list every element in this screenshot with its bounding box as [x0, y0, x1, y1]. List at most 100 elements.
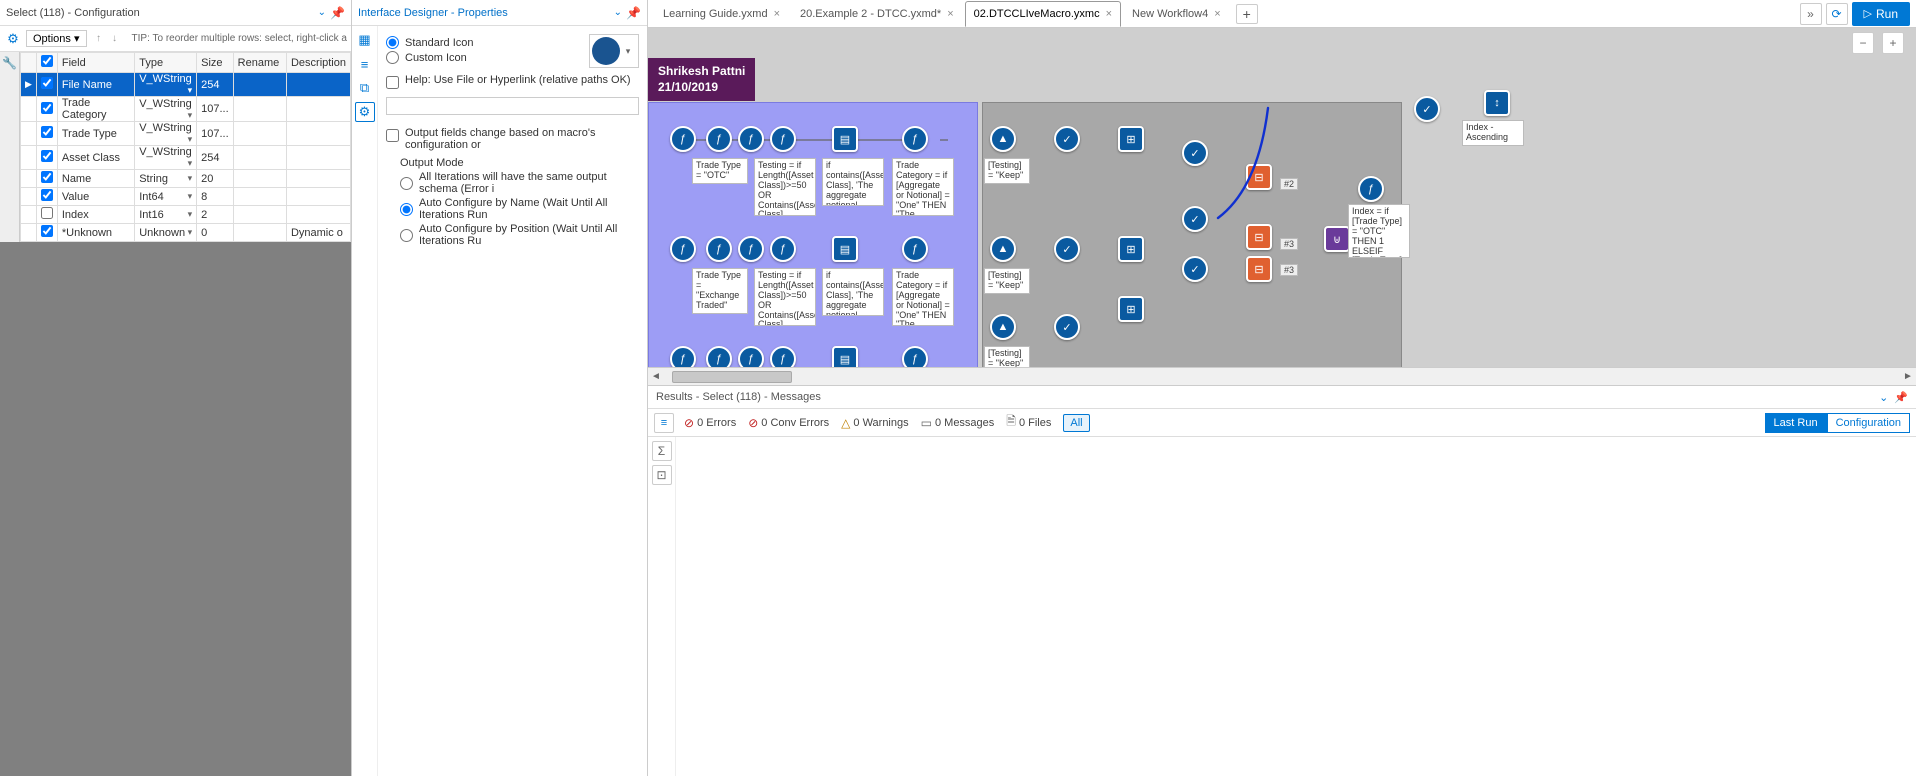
tool-formula[interactable]: ƒ — [770, 346, 796, 367]
row-checkbox[interactable] — [41, 102, 53, 114]
custom-icon-radio[interactable] — [386, 51, 399, 64]
close-icon[interactable]: × — [1214, 8, 1220, 20]
output-mode-opt3[interactable] — [400, 229, 413, 242]
size-cell[interactable]: 0 — [197, 224, 234, 242]
rename-cell[interactable] — [233, 170, 286, 188]
row-check-cell[interactable] — [36, 170, 57, 188]
files-count[interactable]: 🗎0 Files — [1006, 412, 1051, 433]
table-row[interactable]: Trade TypeV_WString▾107... — [20, 122, 350, 146]
row-checkbox[interactable] — [41, 189, 53, 201]
errors-count[interactable]: ⊘0 Errors — [684, 416, 736, 430]
dropdown-icon[interactable]: ▾ — [188, 110, 193, 121]
pin-icon[interactable]: 📌 — [626, 6, 641, 20]
rename-cell[interactable] — [233, 97, 286, 122]
col-field[interactable]: Field — [57, 53, 134, 73]
tool-transpose[interactable]: ⊞ — [1118, 296, 1144, 322]
collapse-chevron-icon[interactable]: ⌄ — [1879, 391, 1888, 404]
tool-formula[interactable]: ƒ — [670, 236, 696, 262]
type-cell[interactable]: V_WString▾ — [135, 73, 197, 97]
conv-errors-count[interactable]: ⊘0 Conv Errors — [748, 416, 829, 430]
canvas-hscroll[interactable]: ◄ ► — [648, 367, 1916, 385]
row-check-cell[interactable] — [36, 206, 57, 224]
icon-picker[interactable]: ▾ — [589, 34, 639, 68]
help-checkbox[interactable] — [386, 76, 399, 89]
size-cell[interactable]: 107... — [197, 97, 234, 122]
type-cell[interactable]: V_WString▾ — [135, 97, 197, 122]
results-list-icon[interactable]: ≡ — [654, 413, 674, 433]
sigma-icon[interactable]: Σ — [652, 441, 672, 461]
tool-select[interactable]: ✓ — [1054, 314, 1080, 340]
run-button[interactable]: Run — [1852, 2, 1910, 26]
tool-formula[interactable]: ƒ — [738, 126, 764, 152]
output-change-checkbox[interactable] — [386, 129, 399, 142]
wrench-icon[interactable]: 🔧 — [0, 54, 18, 72]
table-row[interactable]: NameString▾20 — [20, 170, 350, 188]
row-check-cell[interactable] — [36, 73, 57, 97]
type-cell[interactable]: Int16▾ — [135, 206, 197, 224]
col-type[interactable]: Type — [135, 53, 197, 73]
desc-cell[interactable] — [286, 188, 350, 206]
dropdown-icon[interactable]: ▾ — [188, 134, 193, 145]
collapse-chevron-icon[interactable]: ⌄ — [318, 7, 326, 18]
type-cell[interactable]: V_WString▾ — [135, 146, 197, 170]
tool-select[interactable]: ✓ — [1182, 206, 1208, 232]
row-check-cell[interactable] — [36, 122, 57, 146]
tool-transpose[interactable]: ⊞ — [1118, 236, 1144, 262]
standard-icon-radio[interactable] — [386, 36, 399, 49]
tool-formula[interactable]: ƒ — [706, 126, 732, 152]
add-tab-button[interactable]: + — [1236, 4, 1258, 24]
tool-formula[interactable]: ƒ — [902, 126, 928, 152]
desc-cell[interactable] — [286, 122, 350, 146]
desc-cell[interactable] — [286, 146, 350, 170]
row-checkbox[interactable] — [41, 126, 53, 138]
pin-icon[interactable]: 📌 — [1894, 391, 1908, 404]
field-grid[interactable]: Field Type Size Rename Description ▶File… — [20, 52, 351, 242]
icon-dropdown-icon[interactable]: ▾ — [620, 46, 636, 57]
scroll-right-icon[interactable]: ► — [1900, 371, 1916, 382]
expand-icon[interactable]: ⊡ — [652, 465, 672, 485]
tool-transpose[interactable]: ⊞ — [1118, 126, 1144, 152]
desc-cell[interactable] — [286, 97, 350, 122]
tool-select[interactable]: ▤ — [832, 236, 858, 262]
col-check[interactable] — [36, 53, 57, 73]
field-cell[interactable]: *Unknown — [57, 224, 134, 242]
row-check-cell[interactable] — [36, 224, 57, 242]
tool-join[interactable]: ⊟ — [1246, 224, 1272, 250]
workflow-tab[interactable]: 02.DTCCLIveMacro.yxmc× — [965, 1, 1121, 27]
layout-icon[interactable]: ▦ — [355, 30, 375, 50]
output-mode-opt2-row[interactable]: Auto Configure by Name (Wait Until All I… — [400, 197, 639, 221]
help-path-input[interactable] — [386, 97, 639, 115]
type-cell[interactable]: Int64▾ — [135, 188, 197, 206]
desc-cell[interactable] — [286, 170, 350, 188]
field-cell[interactable]: Value — [57, 188, 134, 206]
move-down-icon[interactable]: ↓ — [107, 31, 123, 47]
col-size[interactable]: Size — [197, 53, 234, 73]
dropdown-icon[interactable]: ▾ — [188, 173, 193, 184]
tool-formula[interactable]: ƒ — [706, 236, 732, 262]
container-purple[interactable] — [648, 102, 978, 367]
tool-join[interactable]: ⊟ — [1246, 256, 1272, 282]
desc-cell[interactable]: Dynamic o — [286, 224, 350, 242]
tool-select[interactable]: ✓ — [1054, 126, 1080, 152]
tree-icon[interactable]: ≡ — [355, 54, 375, 74]
tool-sort[interactable]: ↕ — [1484, 90, 1510, 116]
tool-formula[interactable]: ƒ — [738, 236, 764, 262]
col-rename[interactable]: Rename — [233, 53, 286, 73]
tool-select[interactable]: ✓ — [1414, 96, 1440, 122]
row-checkbox[interactable] — [41, 207, 53, 219]
table-row[interactable]: ▶File NameV_WString▾254 — [20, 73, 350, 97]
type-cell[interactable]: V_WString▾ — [135, 122, 197, 146]
tool-formula[interactable]: ƒ — [902, 346, 928, 367]
rename-cell[interactable] — [233, 224, 286, 242]
field-cell[interactable]: File Name — [57, 73, 134, 97]
tool-formula[interactable]: ƒ — [770, 126, 796, 152]
tool-select[interactable]: ✓ — [1054, 236, 1080, 262]
size-cell[interactable]: 107... — [197, 122, 234, 146]
size-cell[interactable]: 254 — [197, 73, 234, 97]
options-button[interactable]: Options ▾ — [26, 30, 87, 47]
tool-select[interactable]: ▤ — [832, 346, 858, 367]
warnings-count[interactable]: △0 Warnings — [841, 416, 908, 430]
tool-union[interactable]: ⊎ — [1324, 226, 1350, 252]
dropdown-icon[interactable]: ▾ — [188, 85, 193, 96]
last-run-toggle[interactable]: Last Run — [1765, 413, 1827, 433]
